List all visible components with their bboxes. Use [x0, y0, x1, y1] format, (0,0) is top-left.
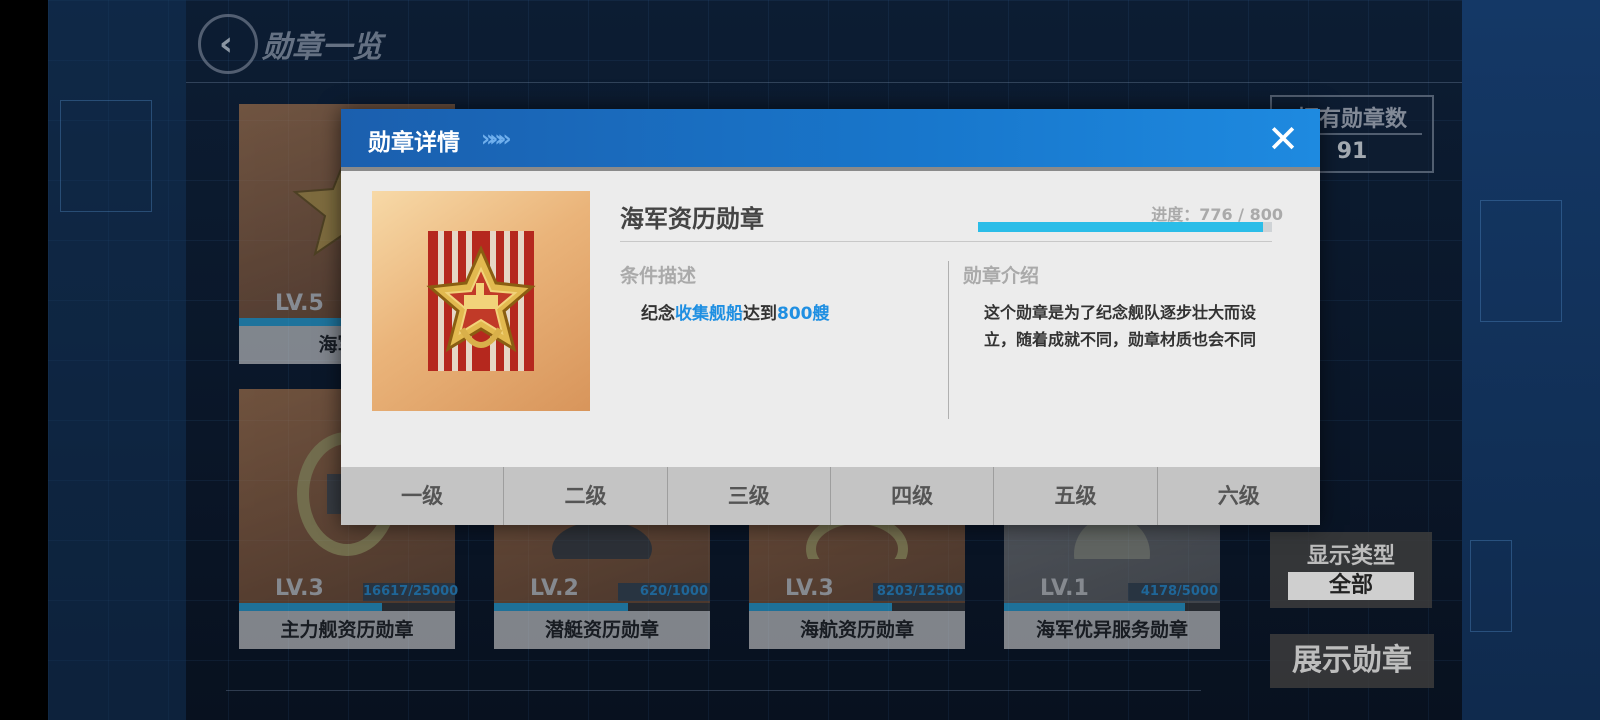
decor-frame [1470, 540, 1512, 632]
show-medal-button[interactable]: 展示勋章 [1270, 634, 1434, 688]
medal-progress-text: 4178/5000 [1128, 583, 1220, 601]
display-type-select[interactable]: 全部 [1288, 572, 1414, 600]
medal-progress-bar [1004, 603, 1220, 611]
medal-name: 主力舰资历勋章 [239, 611, 455, 649]
intro-text: 这个勋章是为了纪念舰队逐步壮大而设立，随着成就不同，勋章材质也会不同 [984, 303, 1257, 349]
tab-level-6[interactable]: 六级 [1157, 467, 1320, 525]
medal-progress-text: 8203/12500 [873, 583, 965, 601]
progress-fill [978, 222, 1264, 232]
medal-progress-text: 16617/25000 [363, 583, 459, 601]
medal-progress-text: 620/1000 [618, 583, 710, 601]
medal-level: LV.1 [1040, 576, 1089, 601]
divider [226, 690, 1201, 691]
back-button[interactable]: ‹ [198, 14, 258, 74]
close-button[interactable]: ✕ [1263, 119, 1303, 159]
medal-level: LV.3 [785, 576, 834, 601]
tab-level-2[interactable]: 二级 [504, 467, 668, 525]
dialog-title: 勋章详情 [368, 130, 460, 156]
chevron-left-icon: ‹ [218, 24, 233, 64]
medal-detail-dialog: 勋章详情 »»» ✕ 海军资历勋章 进度：776 / 800 条件描述 纪念收集… [341, 109, 1320, 525]
display-type-label: 显示类型 [1306, 544, 1395, 569]
intro-label: 勋章介绍 [963, 265, 1040, 287]
display-type-filter[interactable]: 显示类型 全部 [1270, 532, 1432, 608]
page-title: 勋章一览 [262, 30, 382, 65]
medal-level: LV.5 [275, 291, 324, 316]
medal-name: 海军优异服务勋章 [1004, 611, 1220, 649]
tab-level-3[interactable]: 三级 [667, 467, 831, 525]
medal-progress-bar [239, 603, 455, 611]
condition-text: 纪念收集舰船达到800艘 [641, 304, 830, 324]
medal-progress-bar [494, 603, 710, 611]
divider [948, 261, 949, 419]
medal-progress-bar [749, 603, 965, 611]
level-tabs: 一级 二级 三级 四级 五级 六级 [341, 467, 1320, 525]
divider [186, 82, 1462, 83]
tab-level-1[interactable]: 一级 [341, 467, 505, 525]
medal-level: LV.3 [275, 576, 324, 601]
progress-bar [978, 222, 1272, 232]
tab-level-5[interactable]: 五级 [994, 467, 1158, 525]
chevrons-right-icon: »»» [481, 127, 512, 152]
decor-frame [1480, 200, 1562, 322]
tab-level-4[interactable]: 四级 [830, 467, 995, 525]
medal-image [372, 191, 590, 411]
medal-name: 海航资历勋章 [749, 611, 965, 649]
close-icon: ✕ [1267, 117, 1299, 161]
decor-frame [60, 100, 152, 212]
dialog-header: 勋章详情 »»» ✕ [341, 109, 1320, 171]
medal-level: LV.2 [530, 576, 579, 601]
divider [620, 241, 1272, 242]
medal-title: 海军资历勋章 [620, 205, 764, 233]
condition-label: 条件描述 [620, 265, 697, 287]
medal-name: 潜艇资历勋章 [494, 611, 710, 649]
